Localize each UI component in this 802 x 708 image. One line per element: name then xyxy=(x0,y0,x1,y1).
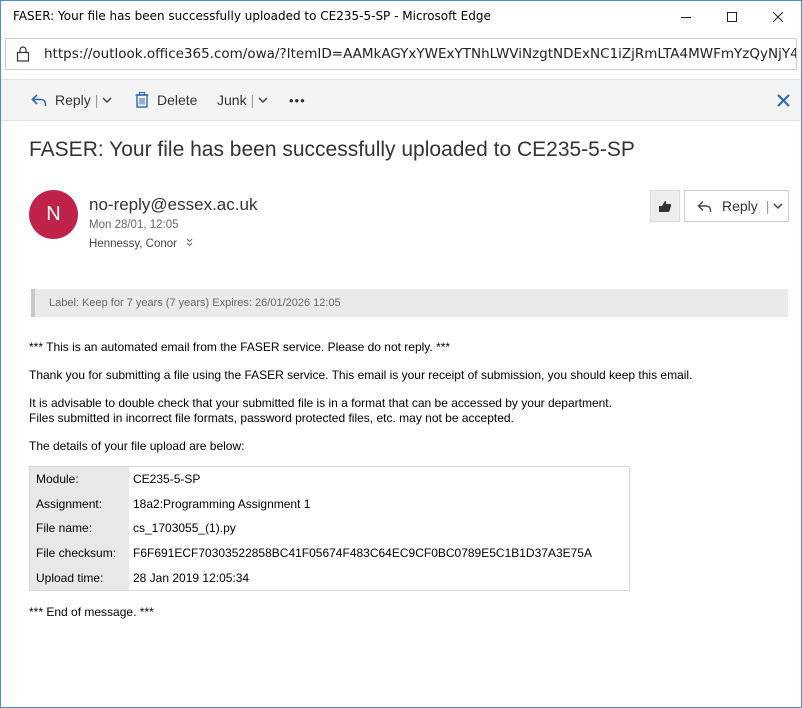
chevron-down-icon[interactable] xyxy=(773,202,783,210)
body-line-footer: *** End of message. *** xyxy=(29,605,154,619)
body-line-advice-1: It is advisable to double check that you… xyxy=(29,396,612,410)
detail-value: cs_1703055_(1).py xyxy=(129,516,630,541)
reply-icon xyxy=(31,94,47,106)
table-row: Module: CE235-5-SP xyxy=(29,466,630,492)
reply-all-split-button[interactable]: Reply | xyxy=(684,190,789,222)
avatar: N xyxy=(29,190,78,239)
detail-key: Upload time: xyxy=(29,565,129,591)
junk-button[interactable]: Junk | xyxy=(217,80,268,120)
retention-label-bar: Label: Keep for 7 years (7 years) Expire… xyxy=(31,289,788,317)
thumbs-up-icon xyxy=(659,200,672,212)
trash-icon xyxy=(135,92,149,108)
message-subject: FASER: Your file has been successfully u… xyxy=(29,138,635,161)
detail-value: 18a2:Programming Assignment 1 xyxy=(129,491,630,517)
delete-button[interactable]: Delete xyxy=(135,80,197,120)
body-line-intro: *** This is an automated email from the … xyxy=(29,340,451,354)
like-button[interactable] xyxy=(650,190,680,222)
recipient-name: Hennessy, Conor xyxy=(89,238,177,250)
body-line-details-intro: The details of your file upload are belo… xyxy=(29,439,245,453)
chevron-down-icon[interactable] xyxy=(258,96,268,104)
recipient-line[interactable]: Hennessy, Conor xyxy=(89,238,193,250)
reply-label: Reply xyxy=(722,198,758,214)
detail-value: F6F691ECF70303522858BC41F05674F483C64EC9… xyxy=(129,540,630,566)
detail-key: Module: xyxy=(29,466,129,492)
address-bar: https://outlook.office365.com/owa/?ItemI… xyxy=(1,33,801,75)
window-title: FASER: Your file has been successfully u… xyxy=(13,9,491,23)
minimize-button[interactable] xyxy=(663,1,709,33)
title-bar: FASER: Your file has been successfully u… xyxy=(1,1,801,33)
browser-window: FASER: Your file has been successfully u… xyxy=(0,0,802,708)
command-toolbar: Reply | Delete Junk | ••• xyxy=(1,79,801,121)
table-row: Assignment: 18a2:Programming Assignment … xyxy=(29,491,630,517)
body-line-thanks: Thank you for submitting a file using th… xyxy=(29,368,693,382)
chevron-down-icon[interactable] xyxy=(102,96,112,104)
reply-label: Reply xyxy=(55,92,91,108)
body-line-advice-2: Files submitted in incorrect file format… xyxy=(29,411,514,425)
url-text: https://outlook.office365.com/owa/?ItemI… xyxy=(44,46,796,62)
minimize-icon xyxy=(681,17,691,18)
url-field[interactable]: https://outlook.office365.com/owa/?ItemI… xyxy=(5,38,797,70)
close-icon xyxy=(773,12,783,22)
sent-date: Mon 28/01, 12:05 xyxy=(89,219,179,231)
more-icon: ••• xyxy=(289,92,306,108)
detail-key: File checksum: xyxy=(29,540,129,566)
detail-value: CE235-5-SP xyxy=(129,466,630,492)
delete-label: Delete xyxy=(157,92,198,108)
expand-recipients-icon[interactable] xyxy=(183,238,193,250)
table-row: Upload time: 28 Jan 2019 12:05:34 xyxy=(29,565,630,591)
avatar-initial: N xyxy=(46,203,61,225)
junk-label: Junk xyxy=(217,92,247,108)
divider: | xyxy=(765,198,770,214)
lock-icon xyxy=(16,46,30,62)
divider: | xyxy=(94,92,99,108)
maximize-icon xyxy=(727,12,737,22)
reply-icon xyxy=(697,200,712,212)
sender-address[interactable]: no-reply@essex.ac.uk xyxy=(89,195,257,215)
table-row: File checksum: F6F691ECF70303522858BC41F… xyxy=(29,540,630,566)
more-actions-button[interactable]: ••• xyxy=(289,80,306,120)
reply-button[interactable]: Reply | xyxy=(31,80,112,120)
divider: | xyxy=(250,92,255,108)
detail-key: File name: xyxy=(29,516,129,541)
close-window-button[interactable] xyxy=(755,1,801,33)
maximize-button[interactable] xyxy=(709,1,755,33)
close-icon xyxy=(777,93,790,107)
upload-details-table: Module: CE235-5-SP Assignment: 18a2:Prog… xyxy=(29,466,630,591)
close-message-button[interactable] xyxy=(777,80,790,120)
table-row: File name: cs_1703055_(1).py xyxy=(29,516,630,541)
retention-label: Label: Keep for 7 years (7 years) Expire… xyxy=(49,297,341,309)
detail-key: Assignment: xyxy=(29,491,129,517)
detail-value: 28 Jan 2019 12:05:34 xyxy=(129,565,630,591)
